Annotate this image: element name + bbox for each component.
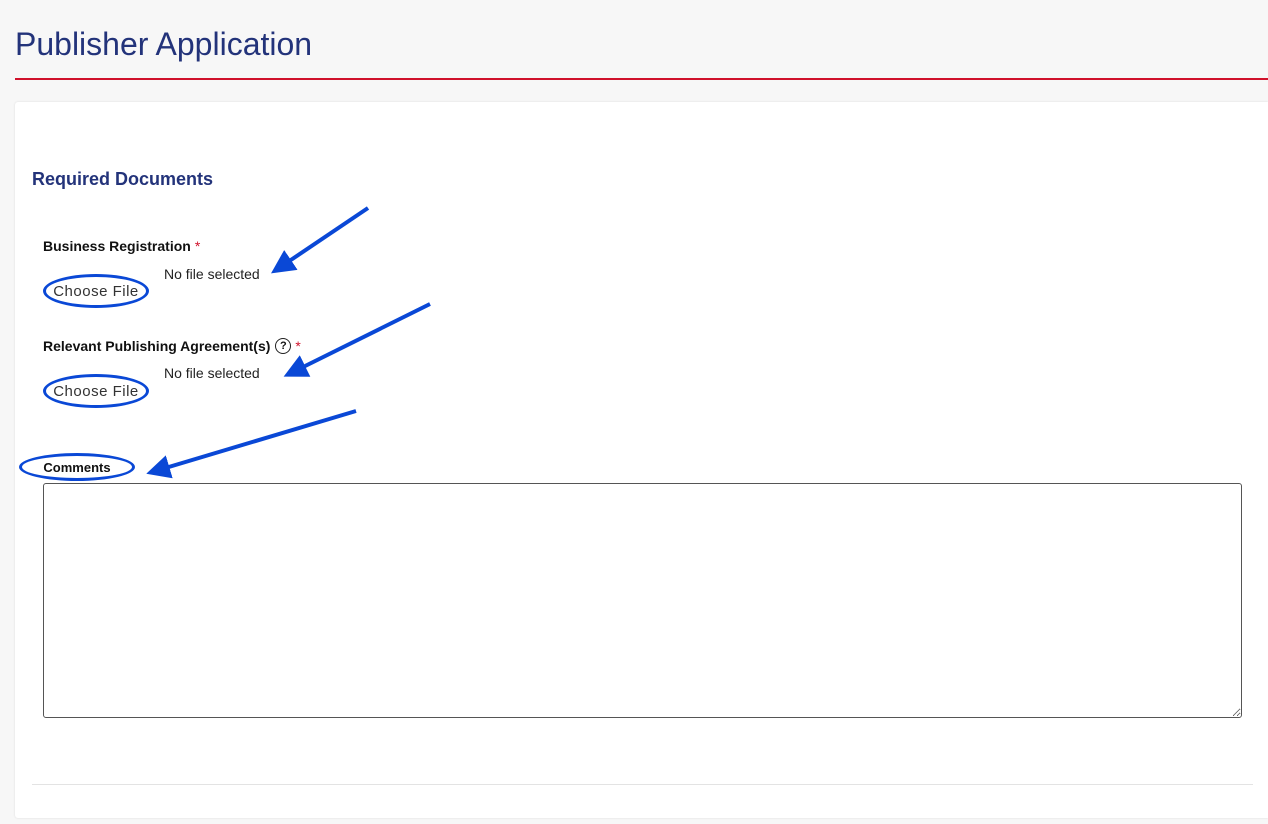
- divider: [32, 784, 1253, 785]
- business-registration-label: Business Registration *: [43, 238, 200, 254]
- business-registration-choose-file-button[interactable]: Choose File: [43, 274, 149, 308]
- publishing-agreements-label: Relevant Publishing Agreement(s) ? *: [43, 338, 301, 354]
- comments-textarea[interactable]: [43, 483, 1242, 718]
- page-header: Publisher Application: [15, 0, 1268, 80]
- business-registration-label-text: Business Registration: [43, 238, 191, 254]
- required-marker: *: [295, 338, 301, 354]
- form-card: Required Documents Business Registration…: [15, 102, 1268, 818]
- publishing-agreements-file-status: No file selected: [164, 365, 260, 381]
- section-title: Required Documents: [32, 169, 214, 189]
- business-registration-file-status: No file selected: [164, 266, 260, 282]
- publishing-agreements-choose-file-button[interactable]: Choose File: [43, 374, 149, 408]
- page-title: Publisher Application: [15, 26, 313, 62]
- comments-label: Comments: [19, 453, 135, 481]
- publishing-agreements-label-text: Relevant Publishing Agreement(s): [43, 338, 271, 354]
- help-icon[interactable]: ?: [275, 338, 292, 354]
- required-marker: *: [194, 238, 201, 254]
